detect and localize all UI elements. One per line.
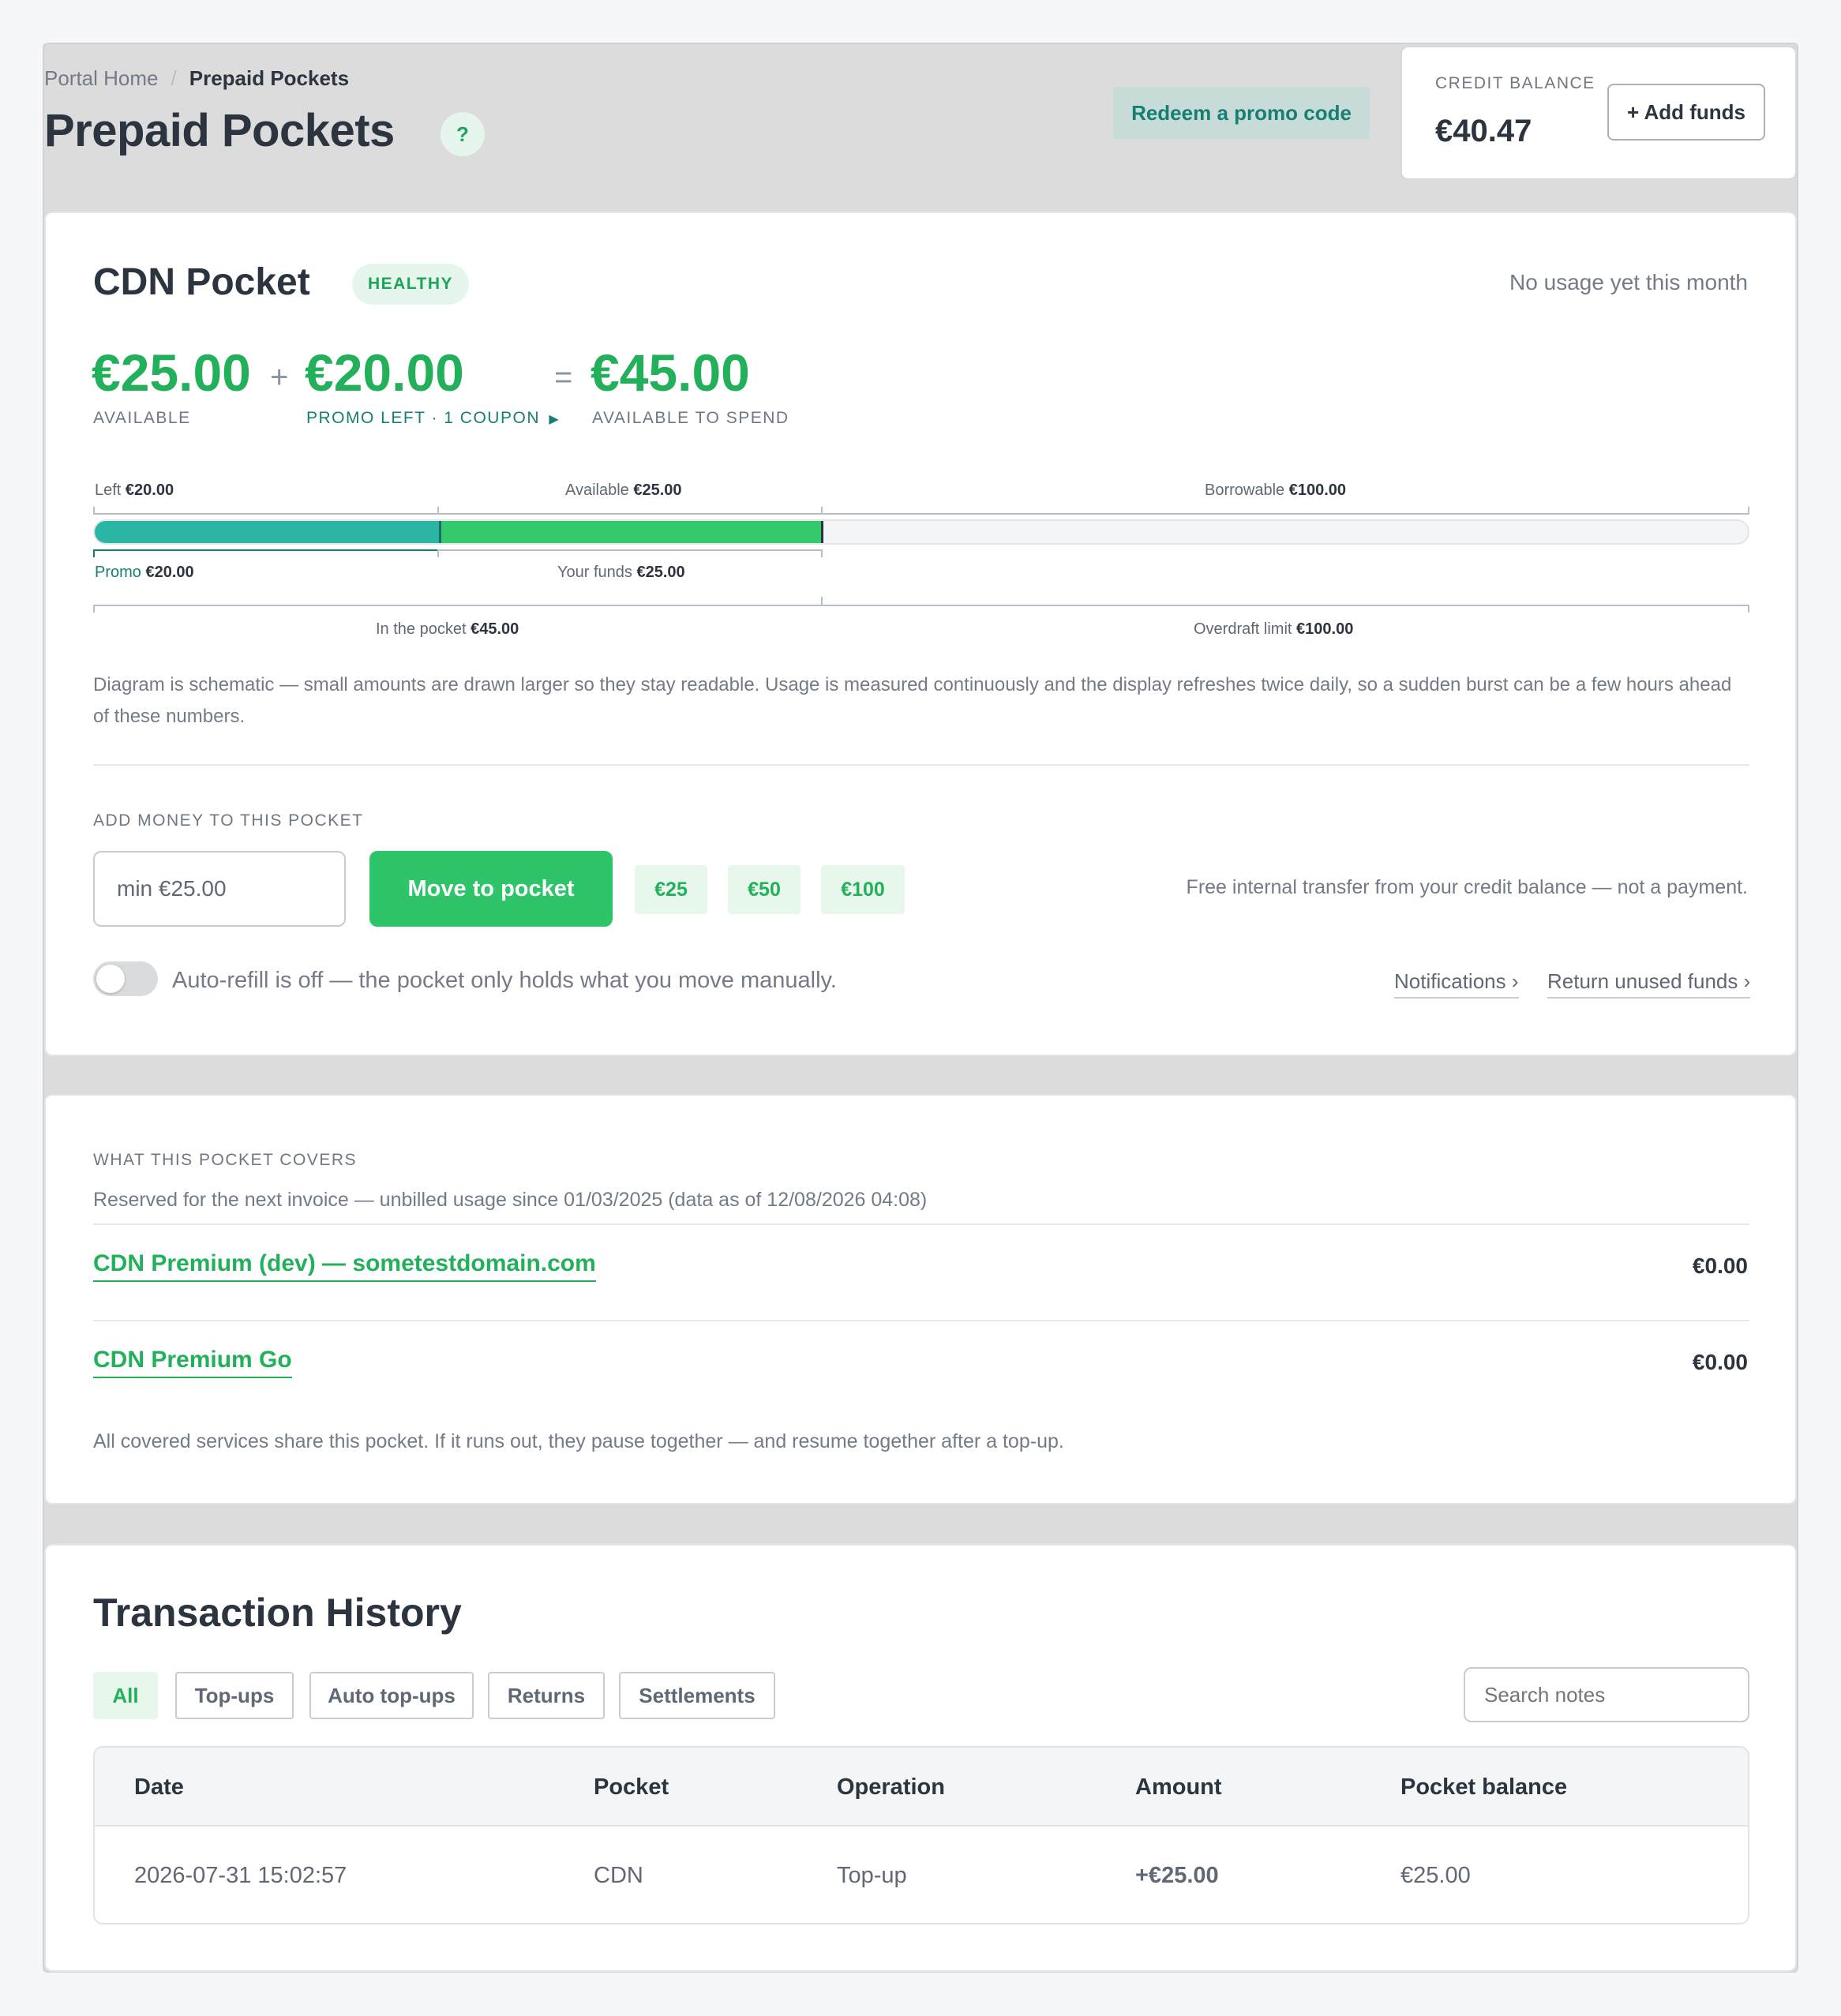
credit-balance-value: €40.47 [1435,114,1532,148]
column-header-amount[interactable]: Amount [1135,1774,1222,1801]
bar-left-label: Left €20.00 [95,482,174,499]
row-date: 2026-07-31 15:02:57 [134,1863,347,1888]
pocket-title: CDN Pocket [93,261,310,303]
totals-bracket-line [93,605,1749,606]
column-header-date[interactable]: Date [134,1774,184,1801]
table-header: Date Pocket Operation Amount Pocket bala… [95,1748,1748,1827]
tick [821,597,823,606]
tick [1748,605,1749,613]
bar-borrowable-label: Borrowable €100.00 [1205,482,1347,499]
bar-marker [821,521,823,543]
caret-right-icon: ▶ [549,413,561,426]
tick [93,549,95,557]
tick [437,507,439,515]
in-pocket-label: In the pocket €45.00 [376,620,519,638]
bar-promo-segment [95,521,441,543]
covers-note: All covered services share this pocket. … [93,1430,1064,1452]
tick [437,549,439,557]
status-badge: HEALTHY [352,264,469,305]
quick-amount-25-chip[interactable]: €25 [635,865,707,914]
transfer-note: Free internal transfer from your credit … [1186,876,1748,898]
covered-service-amount: €0.00 [1692,1350,1748,1374]
history-card: Transaction History All Top-ups Auto top… [44,1544,1797,1972]
divider [93,1223,1749,1225]
breadcrumb-current: Prepaid Pockets [189,66,350,90]
search-notes-input[interactable] [1464,1667,1749,1722]
row-amount: +€25.00 [1135,1863,1219,1888]
table-row: 2026-07-31 15:02:57 CDN Top-up +€25.00 €… [95,1827,1748,1923]
total-value: €45.00 [591,343,750,402]
covered-service-amount: €0.00 [1692,1253,1748,1278]
credit-balance-label: CREDIT BALANCE [1435,74,1595,92]
column-header-operation[interactable]: Operation [837,1774,945,1801]
notifications-link[interactable]: Notifications › [1394,969,1519,999]
divider [93,1320,1749,1321]
column-header-balance[interactable]: Pocket balance [1400,1774,1567,1801]
filter-topups-tab[interactable]: Top-ups [175,1672,294,1719]
diagram-note: Diagram is schematic — small amounts are… [93,674,1732,727]
amount-input[interactable]: min €25.00 [93,851,346,927]
tick [93,507,95,515]
pocket-card: CDN Pocket HEALTHY No usage yet this mon… [44,212,1797,1056]
history-title: Transaction History [93,1591,462,1635]
row-operation: Top-up [837,1863,907,1888]
redeem-promo-button[interactable]: Redeem a promo code [1113,87,1370,139]
breadcrumb-home-link[interactable]: Portal Home [44,66,159,90]
tick [93,605,95,613]
credit-balance-card: CREDIT BALANCE €40.47 + Add funds [1400,46,1797,180]
usage-note: No usage yet this month [1509,270,1748,294]
promo-value: €20.00 [305,343,464,402]
promo-coupon-link[interactable]: PROMO LEFT · 1 COUPON ▶ [306,409,560,428]
available-label: AVAILABLE [93,409,191,427]
bar-funds-segment [441,521,823,543]
overdraft-limit-label: Overdraft limit €100.00 [1194,620,1354,638]
amount-input-placeholder: min €25.00 [117,876,227,901]
move-to-pocket-button[interactable]: Move to pocket [369,851,613,927]
bar-promo-label: Promo €20.00 [95,564,194,581]
bar-available-label: Available €25.00 [565,482,682,499]
total-label: AVAILABLE TO SPEND [592,409,789,427]
covered-service-link[interactable]: CDN Premium Go [93,1347,292,1378]
tick [1748,507,1749,515]
covers-card: WHAT THIS POCKET COVERS Reserved for the… [44,1094,1797,1505]
breadcrumb-separator: / [171,66,177,90]
history-table: Date Pocket Operation Amount Pocket bala… [93,1746,1749,1924]
divider [93,764,1749,766]
filter-returns-tab[interactable]: Returns [488,1672,605,1719]
add-money-label: ADD MONEY TO THIS POCKET [93,811,364,830]
quick-amount-100-chip[interactable]: €100 [821,865,905,914]
bar-funds-label: Your funds €25.00 [557,564,685,581]
row-pocket: CDN [594,1863,643,1888]
tick [821,507,823,515]
autorefill-toggle[interactable] [93,961,158,996]
promo-label: PROMO LEFT · 1 COUPON [306,409,540,427]
add-funds-button[interactable]: + Add funds [1607,84,1765,141]
quick-amount-50-chip[interactable]: €50 [728,865,801,914]
autorefill-text: Auto-refill is off — the pocket only hol… [172,968,837,993]
filter-all-tab[interactable]: All [93,1672,158,1719]
row-balance: €25.00 [1400,1863,1471,1888]
help-icon[interactable]: ? [441,112,485,156]
breadcrumb: Portal Home / Prepaid Pockets [44,66,349,91]
covers-subtitle: Reserved for the next invoice — unbilled… [93,1189,928,1211]
pocket-bar [93,519,1749,545]
top-bracket-line [93,513,1749,515]
covered-service-link[interactable]: CDN Premium (dev) — sometestdomain.com [93,1250,596,1282]
filter-settlements-tab[interactable]: Settlements [619,1672,775,1719]
column-header-pocket[interactable]: Pocket [594,1774,669,1801]
tick [821,549,823,557]
available-value: €25.00 [92,343,251,402]
covers-label: WHAT THIS POCKET COVERS [93,1151,357,1169]
plus-sign: + [270,360,289,395]
page-title: Prepaid Pockets [44,105,395,156]
funds-bracket-line [439,549,823,551]
toggle-knob [96,965,125,993]
return-funds-link[interactable]: Return unused funds › [1547,969,1751,999]
promo-bracket-line [93,549,439,551]
filter-auto-topups-tab[interactable]: Auto top-ups [309,1672,474,1719]
equals-sign: = [554,360,573,395]
